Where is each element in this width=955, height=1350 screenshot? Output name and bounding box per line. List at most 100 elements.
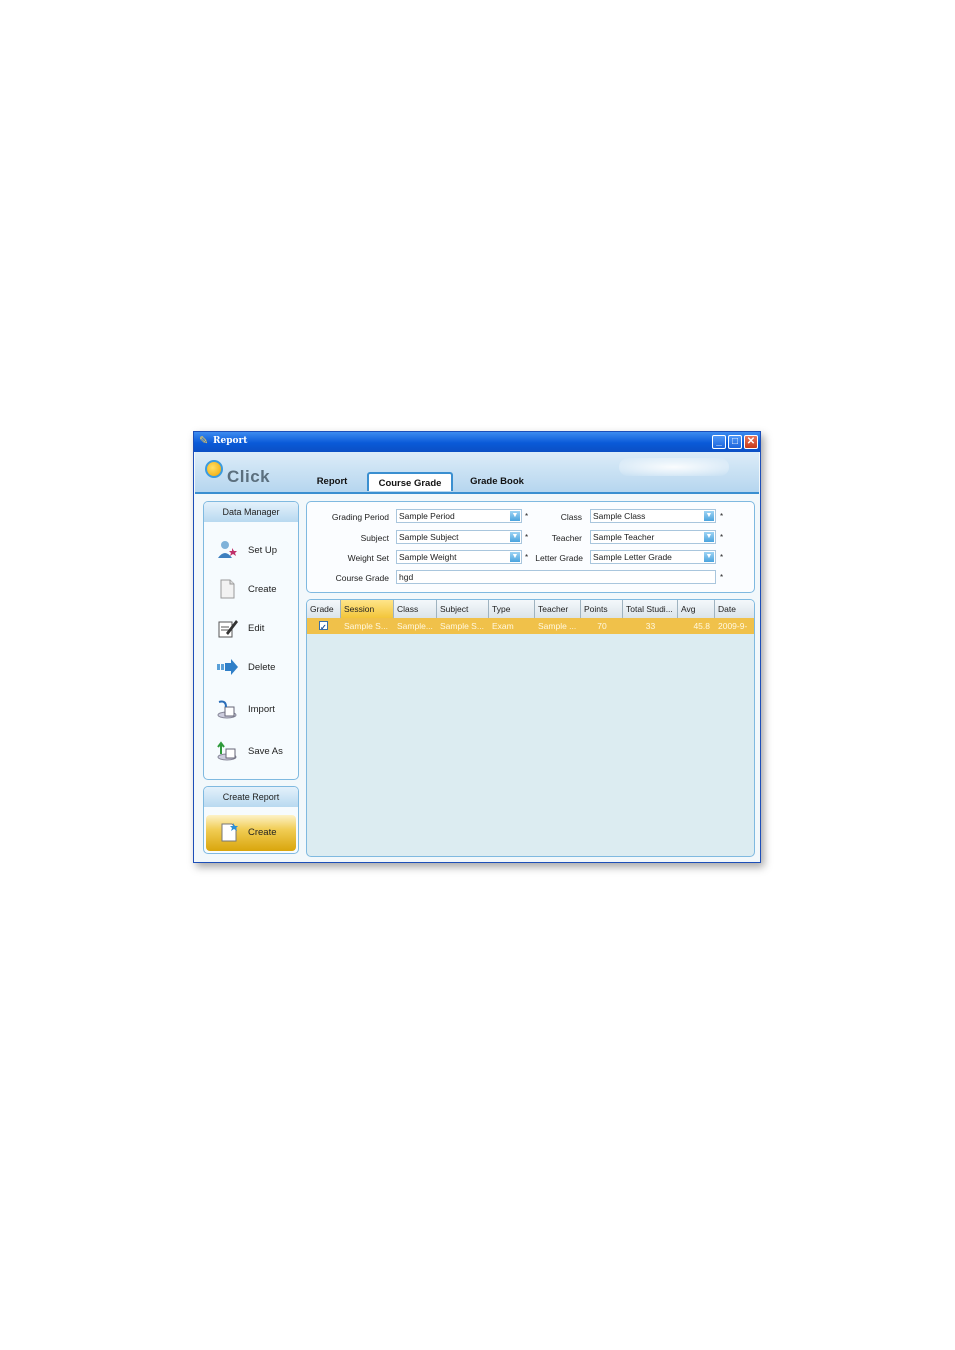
tab-course-grade[interactable]: Course Grade (367, 472, 453, 491)
column-header-session[interactable]: Session (341, 600, 394, 618)
type-cell: Exam (492, 621, 514, 631)
class-select[interactable]: Sample Class ▼ (590, 509, 716, 523)
required-mark: * (720, 553, 724, 562)
import-icon (217, 700, 237, 719)
document-icon (220, 579, 235, 599)
subject-cell: Sample S... (440, 621, 484, 631)
chevron-down-icon: ▼ (510, 511, 520, 521)
data-manager-panel: Data Manager Set Up Create Edit Delete I… (203, 501, 299, 780)
column-header-avg[interactable]: Avg (678, 600, 715, 618)
subject-select[interactable]: Sample Subject ▼ (396, 530, 522, 544)
setup-button[interactable]: Set Up (204, 535, 298, 567)
edit-icon (218, 620, 238, 638)
course-grade-table: Grade Session Class Subject Type Teacher… (306, 599, 755, 857)
grading-period-label: Grading Period (331, 512, 389, 522)
delete-label: Delete (248, 662, 276, 673)
minimize-button[interactable]: _ (712, 435, 726, 449)
column-header-grade[interactable]: Grade (307, 600, 341, 618)
delete-arrow-icon (217, 659, 238, 675)
edit-label: Edit (248, 623, 265, 634)
new-report-icon (221, 823, 238, 842)
close-icon: ✕ (746, 436, 756, 447)
required-mark: * (720, 512, 724, 521)
required-mark: * (720, 573, 724, 582)
app-icon: ✎ (199, 435, 209, 447)
grading-period-select[interactable]: Sample Period ▼ (396, 509, 522, 523)
weight-set-select[interactable]: Sample Weight ▼ (396, 550, 522, 564)
grading-period-value: Sample Period (399, 511, 455, 521)
close-button[interactable]: ✕ (744, 435, 758, 449)
data-manager-header: Data Manager (204, 502, 298, 522)
course-grade-label: Course Grade (335, 573, 389, 583)
save-as-button[interactable]: Save As (204, 736, 298, 768)
create-label: Create (248, 584, 277, 595)
checkmark-icon: ✓ (320, 623, 327, 632)
maximize-button[interactable]: □ (728, 435, 742, 449)
table-header: Grade Session Class Subject Type Teacher… (307, 600, 754, 619)
grade-cell[interactable]: ✓ (307, 618, 341, 634)
points-cell: 70 (597, 621, 607, 631)
required-mark: * (720, 533, 724, 542)
letter-grade-value: Sample Letter Grade (593, 552, 672, 562)
edit-button[interactable]: Edit (204, 613, 298, 645)
logo: Click (205, 458, 275, 488)
chevron-down-icon: ▼ (510, 552, 520, 562)
setup-label: Set Up (248, 545, 278, 556)
create-data-button[interactable]: Create (204, 574, 298, 606)
teacher-select[interactable]: Sample Teacher ▼ (590, 530, 716, 544)
window-title: Report (213, 436, 248, 446)
column-header-teacher[interactable]: Teacher (535, 600, 581, 618)
class-value: Sample Class (593, 511, 646, 521)
weight-set-value: Sample Weight (399, 552, 457, 562)
delete-button[interactable]: Delete (204, 652, 298, 684)
column-header-total-students[interactable]: Total Studi... (623, 600, 678, 618)
import-label: Import (248, 704, 275, 715)
column-header-date[interactable]: Date (715, 600, 754, 618)
chevron-down-icon: ▼ (704, 532, 714, 542)
letter-grade-select[interactable]: Sample Letter Grade ▼ (590, 550, 716, 564)
teacher-value: Sample Teacher (593, 532, 655, 542)
required-mark: * (525, 533, 529, 542)
create-report-panel: Create Report Create (203, 786, 299, 854)
teacher-label: Teacher (551, 533, 582, 543)
subject-value: Sample Subject (399, 532, 459, 542)
column-header-points[interactable]: Points (581, 600, 623, 618)
app-header: Click Report Course Grade Grade Book (195, 452, 759, 494)
column-header-subject[interactable]: Subject (437, 600, 489, 618)
maximize-icon: □ (731, 436, 739, 447)
tab-report[interactable]: Report (307, 472, 357, 491)
save-as-icon (217, 741, 237, 761)
required-mark: * (525, 512, 529, 521)
class-label: Class (560, 512, 582, 522)
class-cell: Sample... (397, 621, 433, 631)
grade-checkbox[interactable]: ✓ (319, 621, 328, 632)
course-grade-value: hgd (399, 572, 414, 582)
letter-grade-label: Letter Grade (535, 553, 583, 563)
create-report-button[interactable]: Create (206, 815, 296, 851)
import-button[interactable]: Import (204, 694, 298, 726)
chevron-down-icon: ▼ (704, 511, 714, 521)
cloud-decoration (619, 458, 729, 476)
course-grade-input[interactable]: hgd (396, 570, 716, 584)
report-form: Grading Period Sample Period ▼ * Class S… (306, 501, 755, 593)
chevron-down-icon: ▼ (510, 532, 520, 542)
minimize-icon: _ (716, 436, 722, 447)
save-as-label: Save As (248, 746, 283, 757)
create-report-header: Create Report (204, 787, 298, 807)
teacher-cell: Sample ... (538, 621, 577, 631)
avg-cell: 45.8 (693, 621, 710, 631)
create-report-label: Create (248, 827, 277, 838)
logo-icon (205, 460, 223, 478)
table-row[interactable]: ✓ Sample S... Sample... Sample S... Exam… (307, 618, 754, 634)
total-students-cell: 33 (645, 621, 656, 631)
logo-text: Click (227, 467, 271, 486)
report-window: ✎ Report _ □ ✕ Click Report Course Grade… (193, 431, 761, 863)
column-header-type[interactable]: Type (489, 600, 535, 618)
session-cell: Sample S... (344, 621, 388, 631)
chevron-down-icon: ▼ (704, 552, 714, 562)
user-setup-icon (218, 541, 237, 558)
title-bar[interactable]: ✎ Report _ □ ✕ (194, 432, 760, 452)
tab-grade-book[interactable]: Grade Book (461, 472, 533, 491)
column-header-class[interactable]: Class (394, 600, 437, 618)
weight-set-label: Weight Set (347, 553, 389, 563)
